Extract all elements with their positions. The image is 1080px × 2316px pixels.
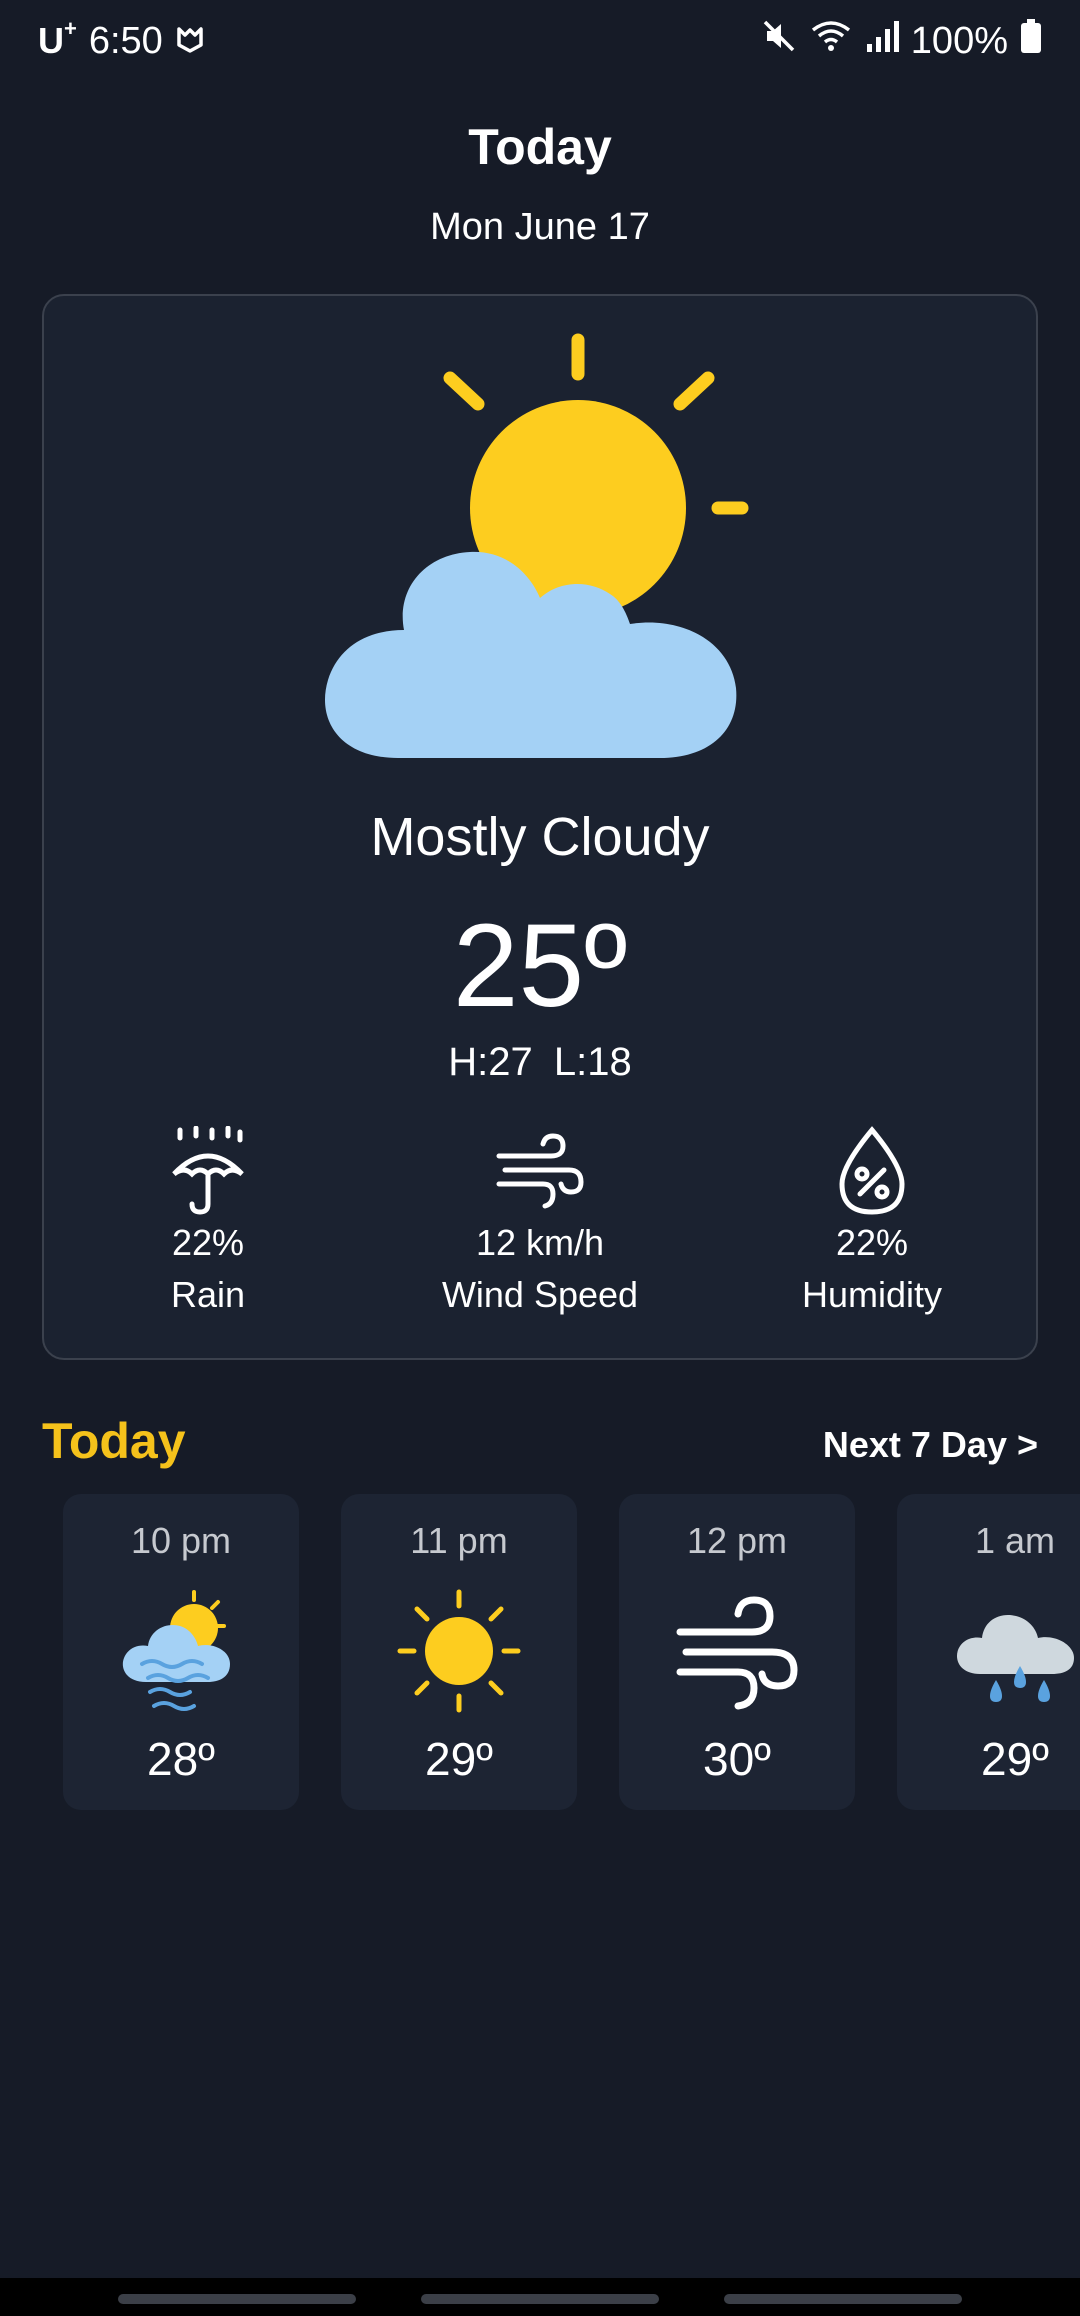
status-bar: U+ 6:50 100% — [0, 0, 1080, 84]
signal-icon — [865, 18, 899, 64]
status-right: 100% — [761, 16, 1042, 66]
hourly-card[interactable]: 10 pm 28º — [63, 1494, 299, 1810]
rain-metric: 22% Rain — [68, 1126, 348, 1316]
wind-icon — [496, 1133, 584, 1209]
hour-time: 11 pm — [410, 1520, 508, 1561]
hour-temperature: 30º — [703, 1733, 771, 1785]
hour-temperature: 29º — [425, 1733, 493, 1785]
umbrella-rain-icon — [172, 1126, 244, 1215]
rain-cloud-icon — [956, 1614, 1074, 1702]
sun-icon — [397, 1589, 521, 1713]
hour-temperature: 28º — [147, 1733, 215, 1785]
hour-time: 1 am — [974, 1520, 1056, 1561]
humidity-value: 22% — [835, 1222, 909, 1263]
current-temperature: 25º — [452, 900, 628, 1032]
system-nav-bar — [0, 2278, 1080, 2316]
page-date: Mon June 17 — [430, 206, 650, 248]
nav-home-button[interactable] — [421, 2294, 659, 2304]
wind-icon — [676, 1596, 798, 1710]
wifi-icon — [809, 18, 853, 64]
hour-time: 12 pm — [686, 1520, 788, 1561]
nav-back-button[interactable] — [724, 2294, 962, 2304]
wind-value: 12 km/h — [475, 1222, 605, 1263]
weather-screen: U+ 6:50 100% Today Mon June 17 Mostly Cl… — [0, 0, 1080, 2316]
humidity-drop-icon — [839, 1126, 905, 1215]
condition-label: Mostly Cloudy — [370, 807, 710, 867]
carrier-label: U+ — [38, 16, 77, 61]
hourly-section-title: Today — [42, 1413, 186, 1469]
clock: 6:50 — [88, 19, 163, 62]
status-left: U+ 6:50 — [38, 16, 205, 66]
mute-icon — [761, 18, 797, 64]
battery-icon — [1020, 18, 1042, 64]
humidity-metric: 22% Humidity — [732, 1126, 1012, 1316]
hour-temperature: 29º — [981, 1733, 1049, 1785]
hour-time: 10 pm — [130, 1520, 232, 1561]
page-title: Today — [468, 119, 612, 175]
humidity-label: Humidity — [801, 1274, 943, 1315]
next-7-day-link[interactable]: Next 7 Day > — [823, 1424, 1038, 1466]
hourly-card[interactable]: 12 pm 30º — [619, 1494, 855, 1810]
nav-recents-button[interactable] — [118, 2294, 356, 2304]
wind-metric: 12 km/h Wind Speed — [400, 1126, 680, 1316]
partly-cloudy-sun-icon — [324, 333, 749, 758]
shield-icon — [175, 20, 205, 63]
battery-percent: 100% — [910, 19, 1008, 62]
fog-cloud-sun-icon — [122, 1590, 230, 1711]
rain-label: Rain — [170, 1274, 246, 1315]
rain-value: 22% — [171, 1222, 245, 1263]
wind-label: Wind Speed — [441, 1274, 639, 1315]
hourly-card[interactable]: 11 pm 29º — [341, 1494, 577, 1810]
hourly-card[interactable]: 1 am 29º — [897, 1494, 1080, 1810]
high-low-temperature: H:27 L:18 — [448, 1040, 632, 1084]
